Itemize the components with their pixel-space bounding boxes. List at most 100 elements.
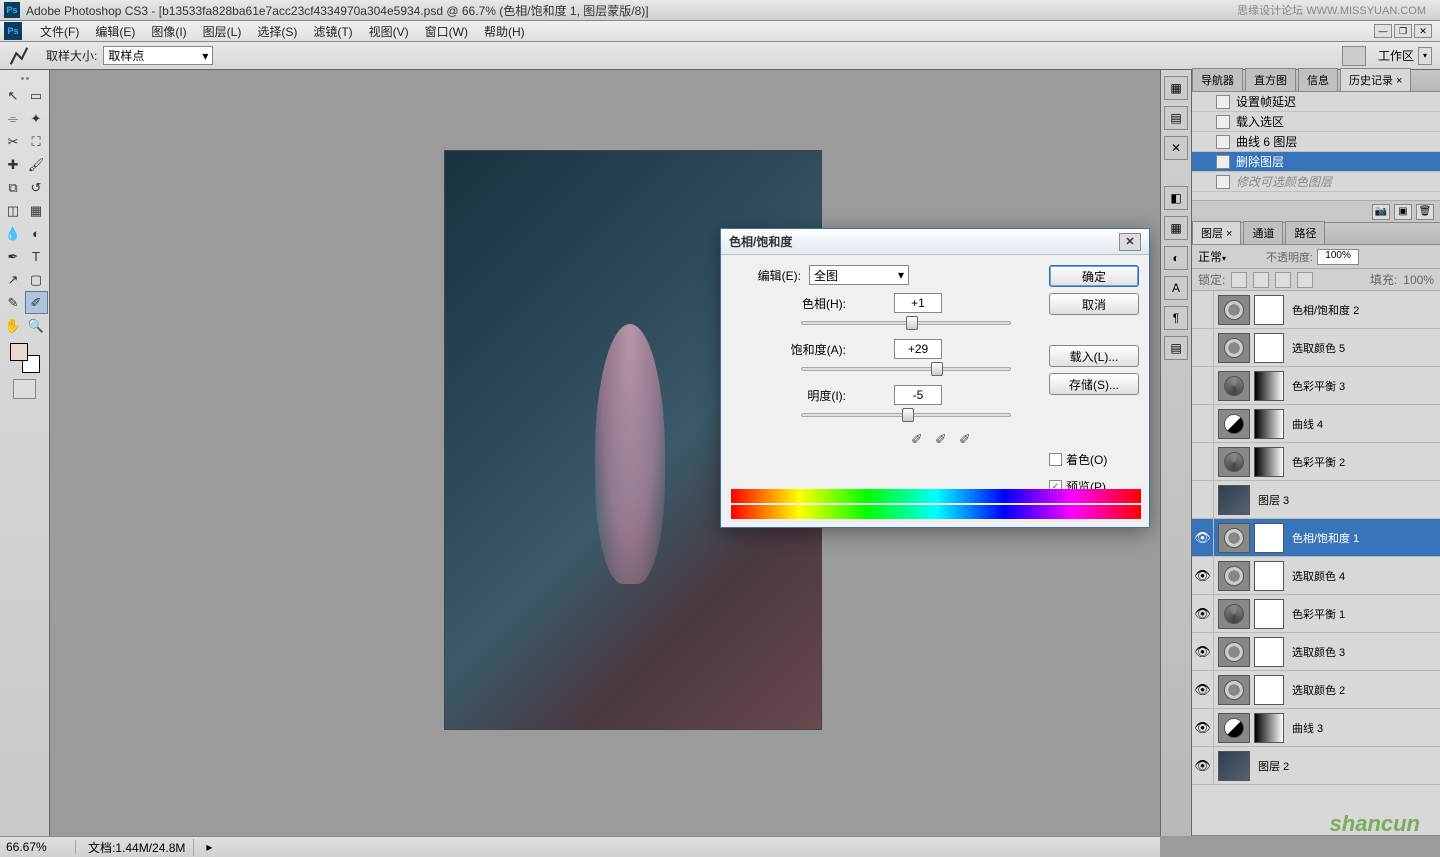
- tab-channels[interactable]: 通道: [1243, 221, 1283, 244]
- lightness-input[interactable]: [894, 385, 942, 405]
- adjustment-icon[interactable]: [1218, 333, 1250, 363]
- layer-row[interactable]: 👁曲线 3: [1192, 709, 1440, 747]
- paragraph-icon[interactable]: ¶: [1164, 306, 1188, 330]
- tab-history[interactable]: 历史记录 ×: [1340, 68, 1411, 91]
- layer-row[interactable]: 选取颜色 5: [1192, 329, 1440, 367]
- adjustment-icon[interactable]: [1218, 713, 1250, 743]
- doc-info-arrow-icon[interactable]: ▸: [206, 840, 212, 854]
- layer-mask-thumbnail[interactable]: [1254, 675, 1284, 705]
- adjustment-icon[interactable]: [1218, 561, 1250, 591]
- lock-transparent-button[interactable]: [1231, 272, 1247, 288]
- layer-mask-thumbnail[interactable]: [1254, 409, 1284, 439]
- doc-restore-button[interactable]: ❐: [1394, 24, 1412, 38]
- layer-mask-thumbnail[interactable]: [1254, 599, 1284, 629]
- load-button[interactable]: 载入(L)...: [1049, 345, 1139, 367]
- layer-mask-thumbnail[interactable]: [1254, 713, 1284, 743]
- history-item[interactable]: 曲线 6 图层: [1192, 132, 1440, 152]
- layer-mask-thumbnail[interactable]: [1254, 561, 1284, 591]
- zoom-tool[interactable]: 🔍: [25, 314, 48, 337]
- layer-name-label[interactable]: 色彩平衡 3: [1292, 378, 1345, 394]
- sample-size-select[interactable]: 取样点▾: [103, 46, 213, 65]
- blur-tool[interactable]: 💧: [2, 222, 25, 245]
- menu-edit[interactable]: 编辑(E): [87, 21, 143, 42]
- saturation-input[interactable]: [894, 339, 942, 359]
- cancel-button[interactable]: 取消: [1049, 293, 1139, 315]
- shape-tool[interactable]: ▢: [25, 268, 48, 291]
- layer-mask-thumbnail[interactable]: [1254, 523, 1284, 553]
- layer-name-label[interactable]: 选取颜色 3: [1292, 644, 1345, 660]
- zoom-level[interactable]: 66.67%: [6, 840, 76, 854]
- layer-name-label[interactable]: 图层 3: [1258, 492, 1289, 508]
- layer-row[interactable]: 👁图层 2: [1192, 747, 1440, 785]
- eyedropper-plus-icon[interactable]: ✐: [935, 431, 951, 447]
- adjustment-icon[interactable]: [1218, 371, 1250, 401]
- layer-name-label[interactable]: 曲线 3: [1292, 720, 1323, 736]
- color-swatches[interactable]: [10, 343, 40, 373]
- history-item[interactable]: 修改可选颜色图层: [1192, 172, 1440, 192]
- doc-close-button[interactable]: ✕: [1414, 24, 1432, 38]
- canvas-area[interactable]: 色相/饱和度 ✕ 编辑(E): 全图▾ 色相(H): 饱和度(A): [50, 70, 1160, 836]
- move-tool[interactable]: ↖: [2, 84, 25, 107]
- adjustment-icon[interactable]: [1218, 599, 1250, 629]
- character-icon[interactable]: A: [1164, 276, 1188, 300]
- foreground-color[interactable]: [10, 343, 28, 361]
- lock-all-button[interactable]: [1297, 272, 1313, 288]
- history-item[interactable]: 删除图层: [1192, 152, 1440, 172]
- layer-name-label[interactable]: 曲线 4: [1292, 416, 1323, 432]
- layer-mask-thumbnail[interactable]: [1254, 637, 1284, 667]
- save-button[interactable]: 存储(S)...: [1049, 373, 1139, 395]
- adjustment-icon[interactable]: [1218, 409, 1250, 439]
- saturation-slider[interactable]: [801, 367, 1011, 371]
- hue-slider[interactable]: [801, 321, 1011, 325]
- colorize-checkbox[interactable]: [1049, 453, 1062, 466]
- dodge-tool[interactable]: ◐: [25, 222, 48, 245]
- layer-row[interactable]: 色彩平衡 2: [1192, 443, 1440, 481]
- toolbox-handle[interactable]: [5, 74, 45, 82]
- layer-mask-thumbnail[interactable]: [1254, 295, 1284, 325]
- dialog-titlebar[interactable]: 色相/饱和度 ✕: [721, 229, 1149, 255]
- layer-thumbnail[interactable]: [1218, 485, 1250, 515]
- notes-tool[interactable]: ✎: [2, 291, 25, 314]
- layer-name-label[interactable]: 色相/饱和度 1: [1292, 530, 1359, 546]
- layer-row[interactable]: 图层 3: [1192, 481, 1440, 519]
- adjustment-icon[interactable]: [1218, 675, 1250, 705]
- visibility-toggle[interactable]: 👁: [1192, 519, 1214, 556]
- visibility-toggle[interactable]: 👁: [1192, 633, 1214, 670]
- eyedropper-minus-icon[interactable]: ✐: [959, 431, 975, 447]
- color-icon[interactable]: ◧: [1164, 186, 1188, 210]
- pen-tool[interactable]: ✒: [2, 245, 25, 268]
- visibility-toggle[interactable]: [1192, 481, 1214, 518]
- history-item[interactable]: 设置帧延迟: [1192, 92, 1440, 112]
- crop-tool[interactable]: ✂: [2, 130, 25, 153]
- menu-help[interactable]: 帮助(H): [476, 21, 533, 42]
- menu-filter[interactable]: 滤镜(T): [305, 21, 360, 42]
- menu-file[interactable]: 文件(F): [32, 21, 87, 42]
- adjustment-icon[interactable]: [1218, 447, 1250, 477]
- visibility-toggle[interactable]: 👁: [1192, 557, 1214, 594]
- layer-row[interactable]: 👁色彩平衡 1: [1192, 595, 1440, 633]
- stamp-tool[interactable]: ⧉: [2, 176, 25, 199]
- ps-logo[interactable]: Ps: [4, 22, 22, 40]
- eyedropper-tool[interactable]: ✐: [25, 291, 48, 314]
- tools-icon[interactable]: ✕: [1164, 136, 1188, 160]
- hand-tool[interactable]: ✋: [2, 314, 25, 337]
- current-tool-icon[interactable]: [8, 45, 30, 67]
- workspace-dropdown[interactable]: ▾: [1418, 47, 1432, 65]
- layer-mask-thumbnail[interactable]: [1254, 371, 1284, 401]
- history-new-button[interactable]: ▣: [1394, 204, 1412, 220]
- hue-input[interactable]: [894, 293, 942, 313]
- history-item[interactable]: 载入选区: [1192, 112, 1440, 132]
- styles-icon[interactable]: ◐: [1164, 246, 1188, 270]
- opacity-input[interactable]: 100%: [1317, 249, 1359, 265]
- go-to-bridge-button[interactable]: [1342, 46, 1366, 66]
- adjustment-icon[interactable]: [1218, 295, 1250, 325]
- tab-layers[interactable]: 图层 ×: [1192, 221, 1241, 244]
- history-brush-tool[interactable]: ↺: [25, 176, 48, 199]
- type-tool[interactable]: T: [25, 245, 48, 268]
- visibility-toggle[interactable]: [1192, 367, 1214, 404]
- dialog-close-button[interactable]: ✕: [1119, 233, 1141, 251]
- edit-select[interactable]: 全图▾: [809, 265, 909, 285]
- marquee-tool[interactable]: ▭: [25, 84, 48, 107]
- visibility-toggle[interactable]: [1192, 405, 1214, 442]
- layer-name-label[interactable]: 色彩平衡 1: [1292, 606, 1345, 622]
